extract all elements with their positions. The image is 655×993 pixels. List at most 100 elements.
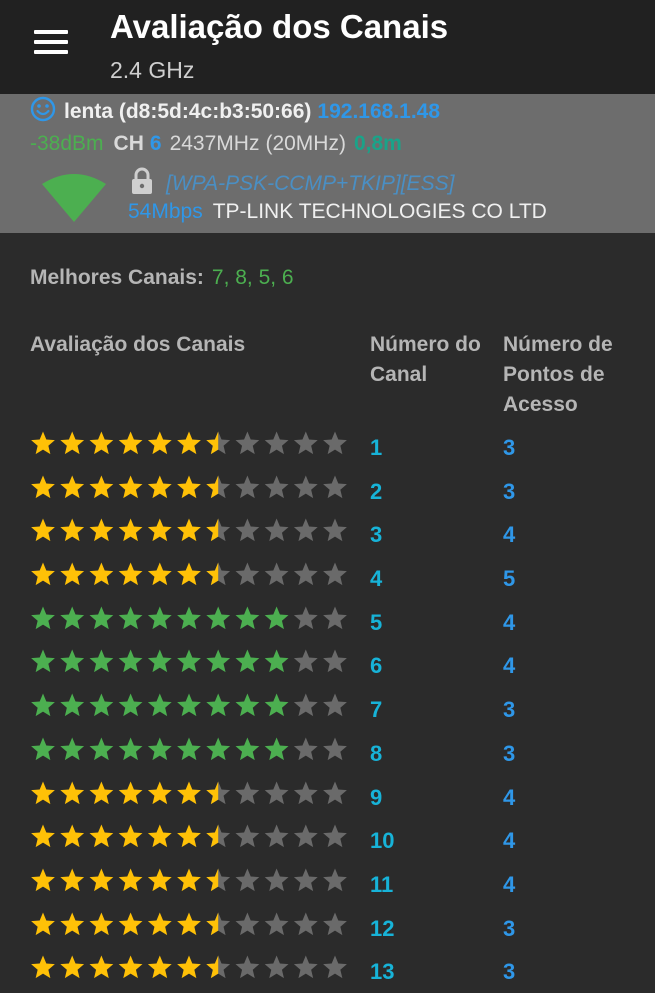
table-row[interactable]: 7 3 xyxy=(0,687,655,731)
access-points-cell: 3 xyxy=(503,697,516,723)
access-points-cell: 3 xyxy=(503,435,516,460)
access-points-cell: 3 xyxy=(503,740,516,766)
table-row[interactable]: 5 4 xyxy=(0,600,655,644)
table-row[interactable]: 10 4 xyxy=(0,818,655,862)
filled-star-icon xyxy=(147,955,172,979)
filled-star-icon xyxy=(31,781,55,804)
filled-star-icon xyxy=(235,649,260,673)
ip-address: 192.168.1.48 xyxy=(317,100,441,123)
empty-star-icon xyxy=(293,649,318,673)
empty-star-icon xyxy=(235,562,260,586)
empty-star-icon xyxy=(264,868,289,891)
channel-number-cell: 9 xyxy=(370,784,383,810)
filled-star-icon xyxy=(177,824,201,848)
empty-star-icon xyxy=(323,737,347,760)
filled-star-icon xyxy=(177,781,201,804)
star-rating xyxy=(31,955,347,979)
security-capabilities: [WPA-PSK-CCMP+TKIP][ESS] xyxy=(166,172,455,195)
access-points-cell: 3 xyxy=(503,478,516,504)
filled-star-icon xyxy=(60,431,85,455)
filled-star-icon xyxy=(31,737,55,760)
filled-star-icon xyxy=(235,737,260,760)
table-row[interactable]: 11 4 xyxy=(0,862,655,906)
table-row[interactable]: 9 4 xyxy=(0,775,655,819)
filled-star-icon xyxy=(118,868,143,891)
filled-star-icon xyxy=(31,693,55,717)
filled-star-icon xyxy=(206,649,231,673)
filled-star-icon xyxy=(147,824,172,848)
access-points-cell: 4 xyxy=(503,609,516,635)
smiley-face-icon xyxy=(30,96,56,122)
empty-star-icon xyxy=(235,781,260,804)
access-points-cell: 5 xyxy=(503,566,516,592)
empty-star-icon xyxy=(293,475,318,498)
hamburger-menu-icon[interactable] xyxy=(24,22,76,62)
table-row[interactable]: 2 3 xyxy=(0,469,655,513)
filled-star-icon xyxy=(177,562,201,586)
table-row[interactable]: 1 3 xyxy=(0,425,655,469)
filled-star-icon xyxy=(118,912,143,935)
empty-star-icon xyxy=(264,518,289,542)
empty-star-icon xyxy=(264,475,289,498)
star-rating xyxy=(31,562,347,586)
empty-star-icon xyxy=(235,475,260,498)
table-row[interactable]: 8 3 xyxy=(0,731,655,775)
star-rating xyxy=(31,431,347,455)
table-row[interactable]: 13 3 xyxy=(0,949,655,993)
empty-star-icon xyxy=(293,824,318,848)
filled-star-icon xyxy=(235,606,260,629)
filled-star-icon xyxy=(264,649,289,673)
filled-star-icon xyxy=(89,475,114,498)
empty-star-icon xyxy=(235,824,260,848)
filled-star-icon xyxy=(31,431,55,455)
page-title: Avaliação dos Canais xyxy=(110,8,449,45)
channel-number-cell: 13 xyxy=(370,959,395,985)
table-row[interactable]: 6 4 xyxy=(0,643,655,687)
empty-star-icon xyxy=(235,912,260,935)
empty-star-icon xyxy=(235,955,260,979)
filled-star-icon xyxy=(31,824,55,848)
signal-strength: -38dBm xyxy=(30,132,104,155)
menu-line xyxy=(34,40,68,44)
access-points-cell: 4 xyxy=(503,784,516,810)
empty-star-icon xyxy=(264,562,289,586)
filled-star-icon xyxy=(31,518,55,542)
empty-star-icon xyxy=(293,737,318,760)
filled-star-icon xyxy=(89,518,114,542)
star-rating xyxy=(31,649,347,673)
best-channels-label: Melhores Canais: xyxy=(30,266,204,289)
filled-star-icon xyxy=(147,518,172,542)
filled-star-icon xyxy=(31,606,55,629)
connected-network-panel[interactable]: lenta (d8:5d:4c:b3:50:66) 192.168.1.48 -3… xyxy=(0,94,655,233)
filled-star-icon xyxy=(89,824,114,848)
channel-number-cell: 4 xyxy=(370,566,383,592)
channel-rating-list: 1 3 2 3 3 4 4 5 5 4 6 4 7 3 8 3 9 4 10 4… xyxy=(0,425,655,993)
empty-star-icon xyxy=(293,562,318,586)
access-points-cell: 4 xyxy=(503,871,516,897)
lock-icon xyxy=(132,167,152,194)
table-row[interactable]: 4 5 xyxy=(0,556,655,600)
table-row[interactable]: 12 3 xyxy=(0,906,655,950)
filled-star-icon xyxy=(60,518,85,542)
filled-star-icon xyxy=(89,649,114,673)
security-row: [WPA-PSK-CCMP+TKIP][ESS] xyxy=(130,167,454,196)
access-points-cell: 4 xyxy=(503,522,516,548)
filled-star-icon xyxy=(31,649,55,673)
channel-number-cell: 6 xyxy=(370,653,383,679)
empty-star-icon xyxy=(293,781,318,804)
star-rating xyxy=(31,737,347,760)
channel-number-cell: 8 xyxy=(370,740,383,766)
empty-star-icon xyxy=(323,955,347,979)
filled-star-icon xyxy=(147,431,172,455)
best-channels: Melhores Canais: 7, 8, 5, 6 xyxy=(30,266,294,290)
network-identity-row: lenta (d8:5d:4c:b3:50:66) 192.168.1.48 xyxy=(30,96,440,124)
frequency: 2437MHz xyxy=(169,132,260,155)
filled-star-icon xyxy=(89,606,114,629)
filled-star-icon xyxy=(264,737,289,760)
empty-star-icon xyxy=(264,912,289,935)
filled-star-icon xyxy=(60,912,85,935)
filled-star-icon xyxy=(89,562,114,586)
table-row[interactable]: 3 4 xyxy=(0,512,655,556)
channel-number-cell: 12 xyxy=(370,915,395,941)
filled-star-icon xyxy=(60,693,85,717)
